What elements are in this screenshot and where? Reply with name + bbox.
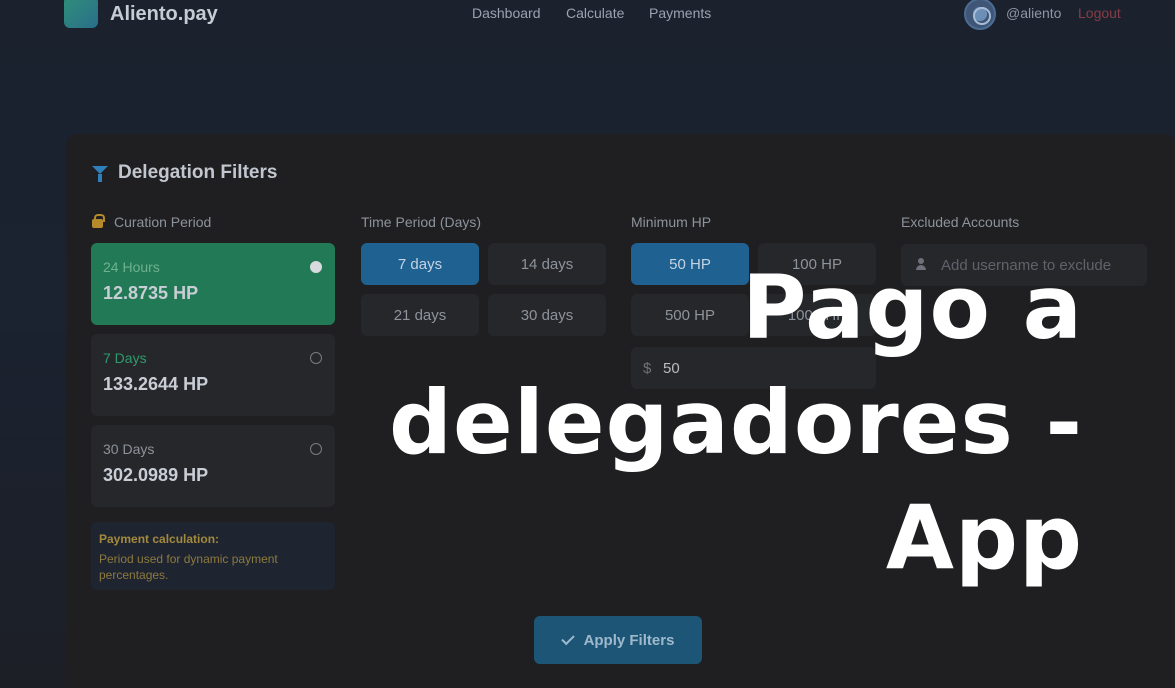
username-label: @aliento <box>1006 5 1062 21</box>
period-label: 30 Days <box>103 441 155 457</box>
top-header: Aliento.pay Dashboard Calculate Payments… <box>0 0 1175 30</box>
curation-option-30d[interactable]: 30 Days 302.0989 HP <box>91 425 335 507</box>
period-value: 12.8735 HP <box>103 283 199 303</box>
period-value: 133.2644 HP <box>103 374 209 394</box>
curation-period-label: Curation Period <box>114 214 212 230</box>
note-text: Period used for dynamic payment percenta… <box>99 552 278 582</box>
payment-note: Payment calculation: Period used for dyn… <box>91 522 335 590</box>
radio-empty-icon[interactable] <box>310 352 322 364</box>
period-value: 302.0989 HP <box>103 465 209 485</box>
brand-logo-icon[interactable] <box>64 0 98 28</box>
apply-filters-button[interactable]: Apply Filters <box>534 616 702 664</box>
min-hp-label: Minimum HP <box>631 214 712 230</box>
curation-option-24h[interactable]: 24 Hours 12.8735 HP <box>91 243 335 325</box>
check-icon <box>560 631 575 645</box>
nav-payments[interactable]: Payments <box>649 5 711 21</box>
lock-icon <box>92 214 105 228</box>
filter-icon <box>92 166 108 182</box>
panel-title: Delegation Filters <box>118 162 278 183</box>
radio-empty-icon[interactable] <box>310 443 322 455</box>
nav-calculate[interactable]: Calculate <box>566 5 624 21</box>
period-label: 7 Days <box>103 350 147 366</box>
nav-dashboard[interactable]: Dashboard <box>472 5 541 21</box>
excluded-accounts-label: Excluded Accounts <box>901 214 1020 230</box>
time-period-label: Time Period (Days) <box>361 214 482 230</box>
user-avatar[interactable] <box>964 0 996 30</box>
overlay-line-3: App <box>885 486 1083 589</box>
overlay-caption: Pago a delegadores - App <box>323 250 1083 595</box>
logout-link[interactable]: Logout <box>1078 5 1121 21</box>
apply-filters-label: Apply Filters <box>583 631 675 649</box>
note-title: Payment calculation: <box>99 532 220 546</box>
radio-selected-icon[interactable] <box>310 261 322 273</box>
brand-name[interactable]: Aliento.pay <box>110 3 218 26</box>
overlay-line-2: delegadores - <box>389 371 1083 474</box>
curation-option-7d[interactable]: 7 Days 133.2644 HP <box>91 334 335 416</box>
overlay-line-1: Pago a <box>742 256 1083 359</box>
period-label: 24 Hours <box>103 259 160 275</box>
